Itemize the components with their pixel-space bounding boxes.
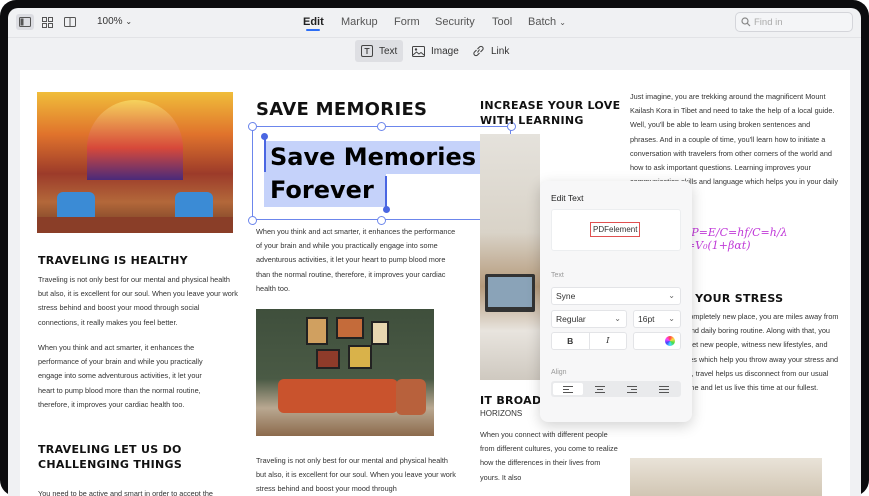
menu-form[interactable]: Form (394, 16, 420, 28)
menu-security[interactable]: Security (435, 16, 475, 28)
align-section-label: Align (551, 369, 567, 376)
align-left-icon (563, 385, 573, 393)
resize-handle[interactable] (248, 122, 257, 131)
align-justify-button[interactable] (649, 383, 679, 395)
paragraph: When you connect with different people f… (480, 430, 618, 482)
text-color-picker[interactable] (633, 332, 681, 350)
preview-text: PDFelement (590, 222, 641, 237)
image-tool-icon (412, 45, 425, 57)
device-frame: 100% ⌄ Edit Markup Form Security Tool Ba… (0, 0, 869, 496)
resize-handle[interactable] (377, 216, 386, 225)
link-icon (473, 45, 484, 57)
paragraph: When you think and act smarter, it enhan… (38, 343, 203, 409)
handwritten-formula[interactable]: f=P=E/C=hf/C=h/λ V=V₀(1+βαt) (678, 226, 850, 252)
text-box-selection[interactable] (252, 126, 511, 220)
text-tool-icon (361, 45, 373, 57)
bold-button[interactable]: B (552, 333, 590, 349)
resize-handle[interactable] (248, 216, 257, 225)
image-tool-button[interactable]: Image (406, 40, 465, 62)
text-format-group: B I (551, 332, 627, 350)
living-room-photo[interactable] (256, 309, 434, 436)
paragraph: You need to be active and smart in order… (38, 489, 213, 496)
heading-save-memories: SAVE MEMORIES (256, 99, 428, 120)
align-segmented-control (551, 381, 681, 397)
color-wheel-icon (665, 336, 675, 346)
font-preview: PDFelement (551, 209, 681, 251)
font-size-select[interactable]: 16pt ⌄ (633, 310, 681, 328)
link-tool-button[interactable]: Link (466, 40, 515, 62)
text-tool-button[interactable]: Text (355, 40, 404, 62)
heading-traveling-healthy: TRAVELING IS HEALTHY (38, 254, 188, 267)
colorful-room-photo[interactable] (37, 92, 233, 233)
sidebar-view-icon[interactable] (16, 14, 34, 30)
resize-handle[interactable] (377, 122, 386, 131)
font-family-select[interactable]: Syne ⌄ (551, 287, 681, 305)
zoom-selector[interactable]: 100% ⌄ (97, 16, 132, 27)
chevron-down-icon: ⌄ (668, 314, 675, 323)
italic-button[interactable]: I (590, 333, 627, 349)
menu-edit[interactable]: Edit (303, 16, 324, 28)
heading-challenging-things: TRAVELING LET US DO CHALLENGING THINGS (38, 443, 183, 471)
text-section-label: Text (551, 272, 564, 279)
heading-horizons: HORIZONS (480, 409, 523, 418)
document-page[interactable]: TRAVELING IS HEALTHY Traveling is not on… (20, 70, 850, 496)
bedroom-photo[interactable] (630, 458, 822, 496)
align-center-button[interactable] (585, 383, 615, 395)
align-right-icon (627, 385, 637, 393)
chevron-down-icon: ⌄ (668, 291, 675, 300)
menu-markup[interactable]: Markup (341, 16, 378, 28)
paragraph: Traveling is not only best for our menta… (256, 456, 456, 494)
app-window: 100% ⌄ Edit Markup Form Security Tool Ba… (8, 8, 861, 496)
page-view-icon[interactable] (61, 14, 79, 30)
menu-batch[interactable]: Batch ⌄ (528, 16, 566, 28)
desk-photo[interactable] (480, 134, 540, 380)
font-style-select[interactable]: Regular ⌄ (551, 310, 627, 328)
align-right-button[interactable] (617, 383, 647, 395)
active-tab-indicator (306, 29, 320, 31)
main-toolbar: 100% ⌄ Edit Markup Form Security Tool Ba… (8, 8, 861, 36)
edit-subtoolbar: Text Image Link (8, 37, 861, 65)
search-icon (741, 17, 751, 27)
edit-text-panel: Edit Text PDFelement Text Syne ⌄ Regular… (540, 181, 692, 422)
paragraph: When you think and act smarter, it enhan… (256, 227, 456, 293)
align-justify-icon (659, 385, 669, 393)
heading-increase-love: INCREASE YOUR LOVE WITH LEARNING (480, 99, 621, 127)
chevron-down-icon: ⌄ (614, 314, 621, 323)
align-left-button[interactable] (553, 383, 583, 395)
paragraph: Traveling is not only best for our menta… (38, 275, 238, 327)
menu-tool[interactable]: Tool (492, 16, 512, 28)
search-placeholder: Find in (754, 17, 783, 28)
search-input[interactable]: Find in (735, 12, 853, 32)
panel-title: Edit Text (551, 193, 584, 203)
align-center-icon (595, 385, 605, 393)
grid-view-icon[interactable] (38, 14, 56, 30)
